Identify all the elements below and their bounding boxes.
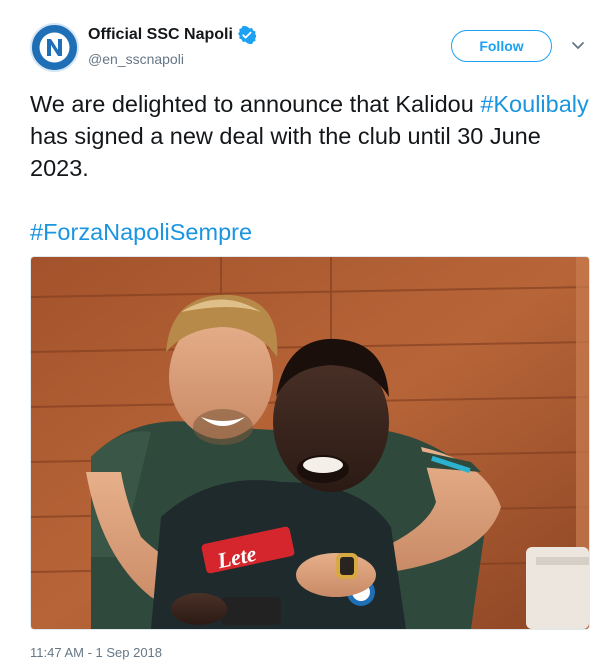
hashtag-forzanapolisempre-link[interactable]: #ForzaNapoliSempre — [30, 219, 252, 245]
two-players-embracing-photo: Lete — [31, 257, 589, 629]
verified-badge-icon — [237, 25, 257, 45]
account-handle[interactable]: @en_sscnapoli — [88, 51, 184, 67]
tweet-paragraph: We are delighted to announce that Kalido… — [30, 88, 590, 184]
tweet-hashtag-paragraph: #ForzaNapoliSempre — [30, 216, 590, 248]
tweet-photo[interactable]: Lete — [30, 256, 590, 630]
chevron-down-icon[interactable] — [571, 41, 585, 51]
follow-button[interactable]: Follow — [451, 30, 552, 62]
account-avatar[interactable] — [30, 23, 79, 72]
tweet-text: We are delighted to announce that Kalido… — [30, 88, 590, 248]
hashtag-koulibaly-link[interactable]: #Koulibaly — [480, 91, 588, 117]
display-name[interactable]: Official SSC Napoli — [88, 26, 233, 44]
tweet-text-start: We are delighted to announce that Kalido… — [30, 91, 481, 117]
name-row: Official SSC Napoli — [88, 25, 257, 45]
tweet-timestamp[interactable]: 11:47 AM - 1 Sep 2018 — [30, 645, 162, 660]
tweet-text-end: has signed a new deal with the club unti… — [30, 123, 541, 181]
napoli-logo-icon — [34, 27, 75, 68]
